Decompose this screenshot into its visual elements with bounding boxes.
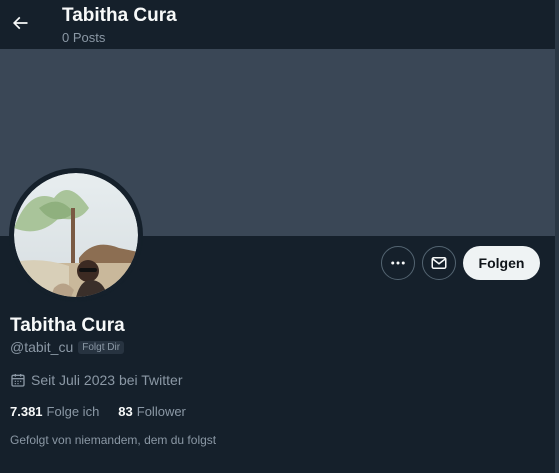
following-link[interactable]: 7.381 Folge ich [10, 404, 99, 419]
followers-count: 83 [118, 404, 133, 419]
calendar-icon [11, 374, 25, 387]
followers-label: Follower [136, 404, 186, 419]
joined-label: Seit Juli 2023 bei Twitter [31, 372, 183, 388]
profile-handle: @tabit_cu [10, 339, 74, 355]
follows-you-badge: Folgt Dir [78, 340, 125, 354]
followed-by-text: Gefolgt von niemandem, dem du folgst [10, 433, 217, 447]
arrow-left-icon [12, 16, 28, 30]
follow-stats: 7.381 Folge ich 83 Follower [10, 404, 205, 419]
handle-row: @tabit_cu Folgt Dir [10, 339, 125, 355]
avatar[interactable] [9, 168, 143, 302]
joined-date: Seit Juli 2023 bei Twitter [10, 372, 183, 388]
back-button[interactable] [4, 7, 36, 39]
post-count: 0 Posts [62, 30, 106, 45]
scrollbar-track[interactable] [555, 0, 559, 473]
profile-header: Tabitha Cura 0 Posts [0, 0, 559, 49]
message-button[interactable] [422, 246, 456, 280]
follow-button[interactable]: Folgen [463, 246, 540, 280]
following-count: 7.381 [10, 404, 43, 419]
more-button[interactable] [381, 246, 415, 280]
envelope-icon [431, 257, 447, 269]
profile-display-name: Tabitha Cura [10, 315, 125, 336]
more-icon [391, 261, 405, 265]
followers-link[interactable]: 83 Follower [118, 404, 186, 419]
header-title: Tabitha Cura [62, 5, 177, 26]
following-label: Folge ich [46, 404, 100, 419]
